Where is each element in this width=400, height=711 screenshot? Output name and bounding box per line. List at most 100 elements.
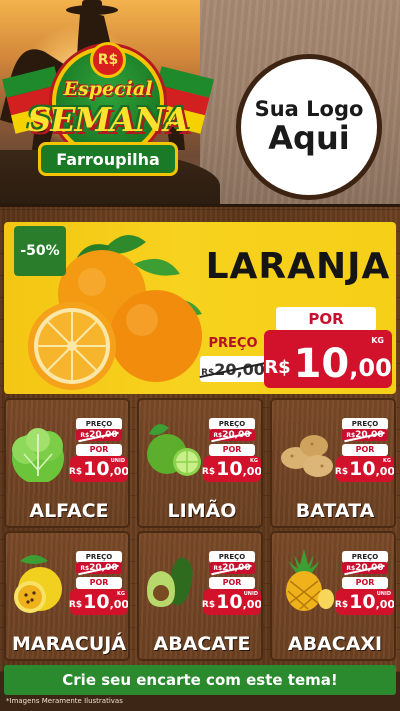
old-price-currency: R$	[201, 367, 215, 378]
unit-label: UNID	[243, 591, 258, 597]
unit-label: UNID	[376, 591, 391, 597]
old-price: R$20,00	[209, 562, 255, 574]
new-price-dec: ,00	[109, 465, 130, 478]
new-price-currency: R$	[334, 467, 349, 477]
new-price: R$ 10 ,00 UNID	[68, 456, 130, 482]
new-price: R$ 10 ,00 UNID	[201, 589, 263, 615]
unit-label: KG	[383, 458, 391, 464]
product-name: ABACATE	[153, 633, 251, 655]
passion-fruit-icon	[14, 555, 62, 613]
new-price-dec: ,00	[375, 465, 396, 478]
price-tag: PREÇO R$20,00 POR R$ 10 ,00 UNID	[334, 551, 394, 615]
new-price-currency: R$	[201, 467, 216, 477]
price-tag: PREÇO R$20,00 POR R$ 10 ,00 UNID	[201, 551, 263, 615]
unit-label: UNID	[110, 458, 125, 464]
product-name: LIMÃO	[167, 500, 237, 522]
price-tag: PREÇO R$20,00 POR R$ 10 ,00 KG	[201, 418, 263, 482]
new-price-dec: ,00	[242, 465, 263, 478]
old-price-amount: 20,00	[355, 563, 384, 573]
por-label: POR	[209, 444, 255, 456]
product-card[interactable]: PREÇO R$20,00 POR R$ 10 ,00 KG MARACUJÁ	[4, 531, 130, 661]
new-price-dec: ,00	[349, 354, 392, 382]
product-name: ALFACE	[29, 500, 109, 522]
old-price-amount: 20,00	[222, 563, 251, 573]
new-price-int: 10	[83, 591, 110, 613]
old-price-currency: R$	[346, 565, 356, 572]
old-price: R$20,00	[76, 562, 122, 574]
por-label: POR	[76, 577, 122, 589]
por-label: POR	[276, 307, 376, 331]
logo-line-1: Sua Logo	[254, 96, 364, 121]
discount-badge: -50%	[14, 226, 66, 276]
old-price-value: R$20,00	[201, 360, 265, 379]
old-price-currency: R$	[213, 432, 223, 439]
new-price: R$ 10 ,00 KG	[334, 456, 396, 482]
old-price: R$20,00	[209, 429, 255, 441]
new-price-int: 10	[216, 458, 243, 480]
unit-label: KG	[371, 336, 384, 345]
unit-label: KG	[117, 591, 125, 597]
product-name: BATATA	[295, 500, 375, 522]
price-tag: PREÇO R$20,00 POR R$ 10 ,00 KG	[334, 418, 396, 482]
old-price-amount: 20,00	[89, 563, 118, 573]
product-card[interactable]: PREÇO R$20,00 POR R$ 10 ,00 KG BATATA	[270, 398, 396, 528]
new-price-int: 10	[349, 458, 376, 480]
por-label: POR	[76, 444, 122, 456]
old-price: R$20,00	[200, 356, 266, 382]
featured-product-name: LARANJA	[205, 246, 391, 287]
pineapple-icon	[286, 549, 334, 611]
currency-coin-icon: R$	[90, 42, 126, 78]
product-name: MARACUJÁ	[11, 633, 127, 655]
disclaimer-note: *Imagens Meramente Ilustrativas	[6, 697, 123, 705]
badge-semana-text: SEMANA	[27, 100, 190, 139]
new-price: R$ 10 ,00 UNID	[334, 589, 394, 615]
old-price-amount: 20,00	[222, 430, 251, 440]
old-price: R$20,00	[76, 429, 122, 441]
por-label: POR	[342, 444, 388, 456]
semana-farroupilha-badge: R$ Especial SEMANA Farroupilha	[2, 42, 214, 192]
price-tag: PREÇO R$20,00 POR R$ 10 ,00 KG	[68, 551, 130, 615]
avocado-icon	[147, 557, 193, 607]
cta-banner[interactable]: Crie seu encarte com este tema!	[4, 665, 396, 695]
old-price-currency: R$	[80, 565, 90, 572]
product-card[interactable]: PREÇO R$20,00 POR R$ 10 ,00 KG LIMÃO	[137, 398, 263, 528]
product-card[interactable]: PREÇO R$20,00 POR R$ 10 ,00 UNID ABACAXI	[270, 531, 396, 661]
old-price: R$20,00	[342, 429, 388, 441]
badge-farroupilha-ribbon: Farroupilha	[38, 142, 178, 176]
logo-line-2: Aqui	[268, 118, 350, 157]
old-price-currency: R$	[213, 565, 223, 572]
old-price-amount: 20,00	[214, 359, 265, 379]
new-price-int: 10	[83, 458, 110, 480]
new-price-currency: R$	[264, 357, 291, 378]
store-logo-placeholder[interactable]: Sua Logo Aqui	[236, 54, 382, 200]
new-price-dec: ,00	[242, 598, 263, 611]
por-label: POR	[342, 577, 388, 589]
new-price-currency: R$	[201, 600, 216, 610]
old-price-amount: 20,00	[89, 430, 118, 440]
product-card[interactable]: PREÇO R$20,00 POR R$ 10 ,00 UNID ALFACE	[4, 398, 130, 528]
new-price-currency: R$	[68, 467, 83, 477]
por-label: POR	[209, 577, 255, 589]
price-tag: PREÇO R$20,00 POR R$ 10 ,00 UNID	[68, 418, 130, 482]
preco-label: PREÇO	[208, 336, 258, 351]
potato-icon	[281, 435, 333, 477]
new-price-int: 10	[349, 591, 376, 613]
new-price-int: 10	[293, 341, 350, 387]
unit-label: KG	[250, 458, 258, 464]
product-card[interactable]: PREÇO R$20,00 POR R$ 10 ,00 UNID ABACATE	[137, 531, 263, 661]
new-price-int: 10	[216, 591, 243, 613]
old-price: R$20,00	[342, 562, 388, 574]
header-banner: R$ Especial SEMANA Farroupilha Sua Logo …	[0, 0, 400, 210]
new-price: R$ 10 ,00 KG	[68, 589, 130, 615]
lime-icon	[147, 424, 201, 476]
old-price-currency: R$	[80, 432, 90, 439]
lettuce-icon	[12, 428, 64, 482]
new-price-currency: R$	[68, 600, 83, 610]
new-price-currency: R$	[334, 600, 349, 610]
new-price-dec: ,00	[109, 598, 130, 611]
product-name: ABACAXI	[287, 633, 383, 655]
old-price-amount: 20,00	[355, 430, 384, 440]
new-price: R$ 10 ,00 KG	[201, 456, 263, 482]
badge-especial-text: Especial	[63, 78, 153, 100]
old-price-currency: R$	[346, 432, 356, 439]
